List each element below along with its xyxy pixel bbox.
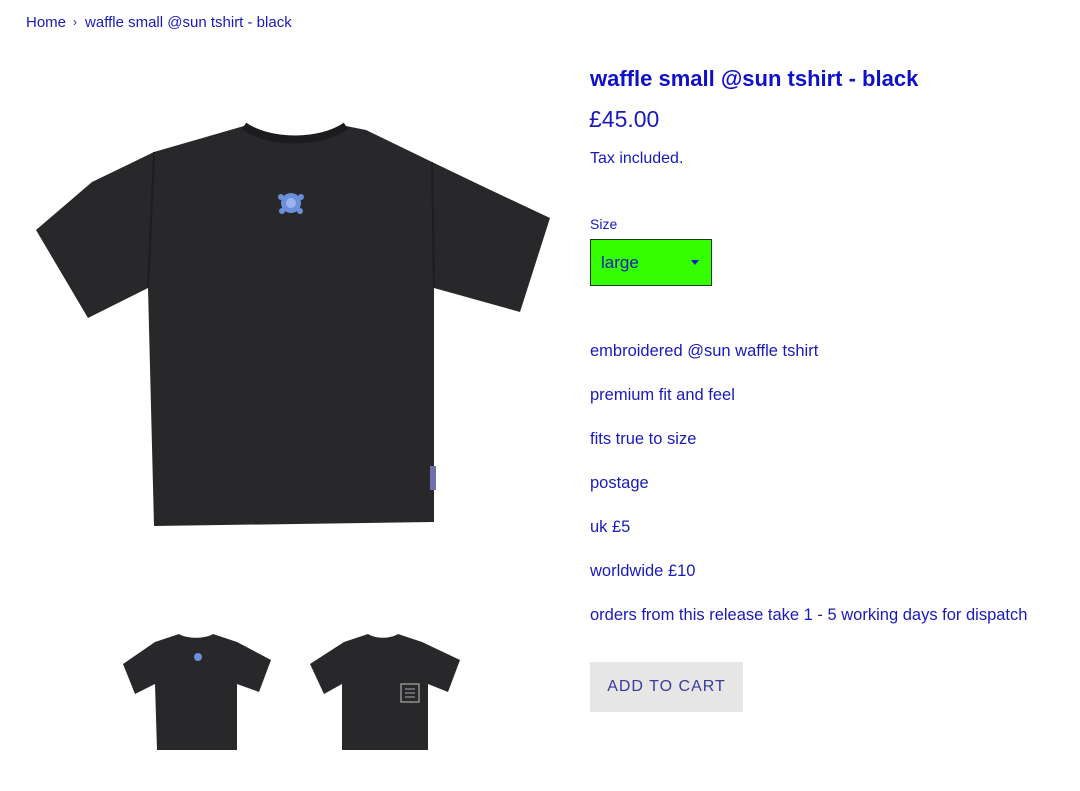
product-thumbnail-back[interactable]	[306, 630, 462, 752]
description-line: postage	[590, 474, 649, 492]
description-line: premium fit and feel	[590, 386, 735, 404]
tshirt-front-thumbnail	[123, 634, 271, 750]
description-line: embroidered @sun waffle tshirt	[590, 342, 819, 360]
description-line: uk £5	[590, 518, 631, 536]
tshirt-back-thumbnail	[310, 634, 460, 750]
product-description: embroidered @sun waffle tshirt premium f…	[590, 341, 1027, 649]
size-label: Size	[590, 216, 618, 232]
breadcrumb: Home › waffle small @sun tshirt - black	[26, 14, 292, 31]
size-select[interactable]: large	[590, 239, 712, 286]
size-selected-value: large	[601, 252, 639, 272]
product-main-image[interactable]	[30, 118, 558, 530]
product-title: waffle small @sun tshirt - black	[590, 66, 919, 91]
tshirt-front-image	[36, 122, 550, 526]
product-thumbnail-front[interactable]	[119, 630, 275, 752]
product-price: £45.00	[589, 106, 660, 132]
breadcrumb-current-link[interactable]: waffle small @sun tshirt - black	[85, 14, 292, 31]
add-to-cart-button[interactable]: ADD TO CART	[590, 662, 743, 712]
caret-down-icon	[691, 260, 699, 265]
description-line: worldwide £10	[590, 562, 696, 580]
sun-embroidery-icon	[278, 193, 304, 214]
description-line: fits true to size	[590, 430, 697, 448]
chevron-right-icon: ›	[73, 14, 78, 29]
breadcrumb-home-link[interactable]: Home	[26, 14, 66, 31]
tax-note: Tax included.	[590, 150, 684, 167]
description-line: orders from this release take 1 - 5 work…	[590, 606, 1028, 624]
